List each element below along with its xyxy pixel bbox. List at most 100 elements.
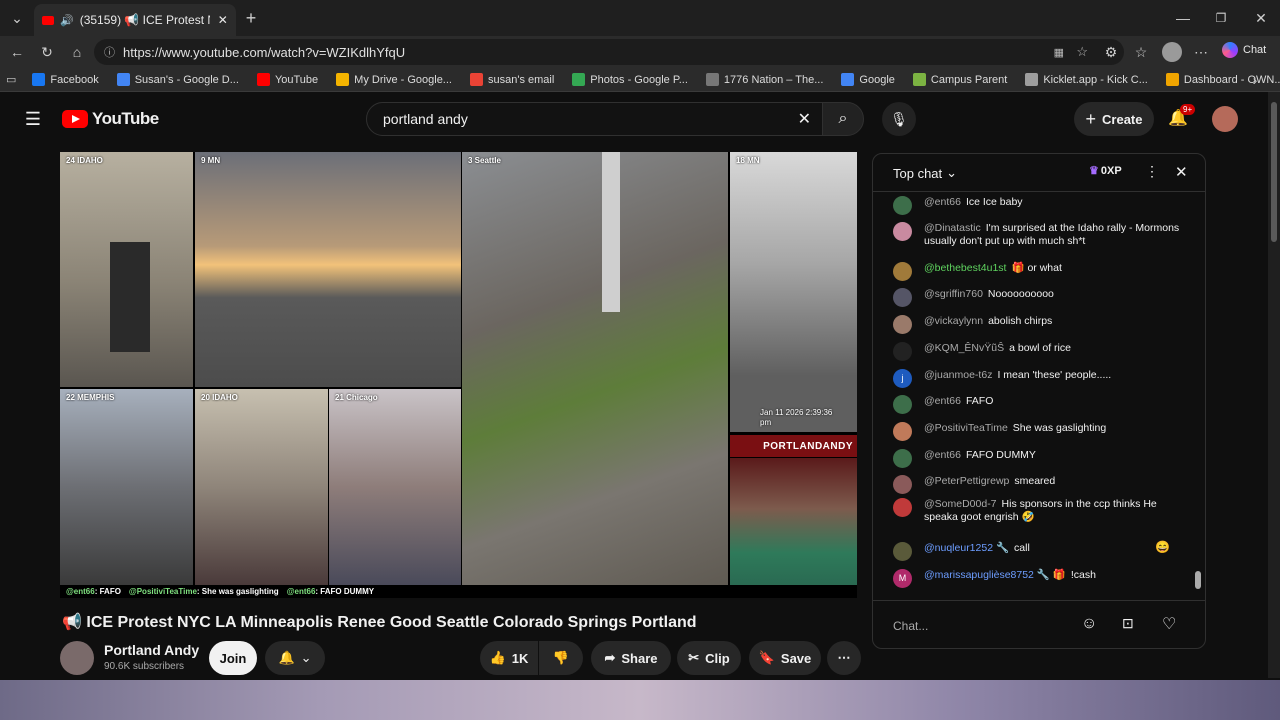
chat-user-avatar[interactable] (893, 262, 912, 281)
chat-user-avatar[interactable] (893, 196, 912, 215)
like-button[interactable]: 👍 1K (480, 641, 538, 675)
save-button[interactable]: 🔖 Save (749, 641, 821, 675)
site-info-icon[interactable]: ⓘ (104, 44, 115, 60)
video-player[interactable]: 24 IDAHO 9 MN 3 Seattle 18 MN Jan 11 202… (60, 152, 857, 598)
bookmark-item[interactable]: Campus Parent (912, 73, 1007, 86)
chat-message[interactable]: @SomeD00d-7 His sponsors in the ccp think… (893, 498, 1189, 524)
chat-username[interactable]: @bethebest4u1st (924, 262, 1006, 274)
bookmarks-overflow-icon[interactable]: › (1244, 69, 1266, 91)
join-button[interactable]: Join (209, 641, 257, 675)
chat-message[interactable]: @ent66 FAFO DUMMY (893, 449, 1189, 468)
share-button[interactable]: ➦ Share (591, 641, 671, 675)
create-button[interactable]: + Create (1074, 102, 1154, 136)
youtube-logo[interactable]: YouTube (62, 109, 159, 129)
chat-message[interactable]: @bethebest4u1st 🎁 or what (893, 262, 1189, 281)
chat-message[interactable]: @ent66 Ice Ice baby (893, 196, 1189, 215)
account-avatar[interactable] (1212, 106, 1238, 132)
chat-user-avatar[interactable] (893, 542, 912, 561)
chat-scrollbar[interactable] (1195, 196, 1203, 596)
chat-user-avatar[interactable]: M (893, 569, 912, 588)
chat-user-avatar[interactable] (893, 222, 912, 241)
chat-user-avatar[interactable] (893, 449, 912, 468)
top-chat-dropdown[interactable]: Top chat ⌄ (893, 165, 957, 181)
chat-user-avatar[interactable]: j (893, 369, 912, 388)
bookmark-item[interactable]: 1776 Nation – The... (705, 73, 823, 86)
chat-username[interactable]: @PositiviTeaTime (924, 422, 1008, 434)
chat-message[interactable]: @KQM_ÊNvŸũŜ a bowl of rice (893, 342, 1189, 361)
chat-message[interactable]: M @marissapuglièse8752 🔧 🎁 !cash (893, 569, 1189, 588)
points-badge[interactable]: ♛ 0XP (1089, 164, 1122, 178)
chat-input[interactable]: Chat... (893, 613, 1089, 639)
chat-username[interactable]: @Dinatastic (924, 222, 981, 234)
copilot-chat-button[interactable]: Chat (1222, 42, 1266, 58)
bookmark-item[interactable]: Photos - Google P... (572, 73, 688, 86)
bookmark-item[interactable]: Kicklet.app - Kick C... (1025, 73, 1148, 86)
app-grid-icon[interactable]: ▦ (1054, 46, 1064, 59)
channel-avatar[interactable] (60, 641, 94, 675)
favorite-star-icon[interactable]: ☆ (1076, 44, 1088, 60)
dislike-button[interactable]: 👎 (539, 641, 583, 675)
profile-avatar[interactable] (1162, 42, 1182, 62)
bookmark-item[interactable]: Susan's - Google D... (116, 73, 239, 86)
chat-username[interactable]: @KQM_ÊNvŸũŜ (924, 342, 1004, 354)
chat-user-avatar[interactable] (893, 498, 912, 517)
url-field[interactable]: ⓘ https://www.youtube.com/watch?v=WZIKdl… (94, 39, 1124, 65)
close-chat-icon[interactable]: ✕ (1175, 163, 1188, 181)
search-button[interactable]: ⌕ (822, 102, 864, 136)
bookmark-item[interactable]: Google (841, 73, 895, 86)
hamburger-menu-icon[interactable]: ☰ (22, 108, 44, 130)
chat-message[interactable]: @Dinatastic I'm surprised at the Idaho ra… (893, 222, 1189, 248)
chat-username[interactable]: @SomeD00d-7 (924, 498, 997, 510)
chat-message[interactable]: @PeterPettigrewp smeared (893, 475, 1189, 494)
emoji-icon[interactable]: ☺ (1081, 615, 1097, 633)
chat-user-avatar[interactable] (893, 288, 912, 307)
chat-username[interactable]: @nuqleur1252 🔧 (924, 542, 1009, 554)
chat-username[interactable]: @PeterPettigrewp (924, 475, 1009, 487)
minimize-icon[interactable]: — (1172, 7, 1194, 29)
close-tab-icon[interactable]: ✕ (218, 13, 228, 27)
maximize-icon[interactable]: ❐ (1210, 7, 1232, 29)
speaker-icon[interactable]: 🔊 (60, 14, 74, 27)
notification-settings-button[interactable]: 🔔 ⌄ (265, 641, 325, 675)
search-input[interactable]: portland andy ✕ (366, 102, 824, 136)
chat-message[interactable]: @nuqleur1252 🔧 call (893, 542, 1189, 561)
chat-message[interactable]: @vickaylynn abolish chirps (893, 315, 1189, 334)
chat-message[interactable]: @ent66 FAFO (893, 395, 1189, 414)
chat-user-avatar[interactable] (893, 315, 912, 334)
page-scrollbar[interactable] (1268, 92, 1280, 678)
extensions-icon[interactable]: ⚙ (1100, 41, 1122, 63)
chat-username[interactable]: @marissapuglièse8752 🔧 🎁 (924, 569, 1066, 581)
heart-icon[interactable]: ♡ (1162, 614, 1176, 634)
chat-username[interactable]: @sgriffin760 (924, 288, 983, 300)
clear-search-icon[interactable]: ✕ (798, 109, 811, 129)
bookmark-item[interactable]: YouTube (256, 73, 318, 86)
chat-message[interactable]: @sgriffin760 Noooooooooo (893, 288, 1189, 307)
channel-name[interactable]: Portland Andy (104, 642, 199, 658)
chat-username[interactable]: @ent66 (924, 196, 961, 208)
home-icon[interactable]: ⌂ (66, 41, 88, 63)
clip-button[interactable]: ✂ Clip (677, 641, 741, 675)
more-actions-button[interactable]: ⋯ (827, 641, 861, 675)
bookmark-item[interactable]: My Drive - Google... (336, 73, 452, 86)
new-tab-icon[interactable]: + (240, 7, 262, 29)
chat-user-avatar[interactable] (893, 395, 912, 414)
voice-search-button[interactable]: 🎙 (882, 102, 916, 136)
chat-message[interactable]: j @juanmoe-t6z I mean 'these' people..... (893, 369, 1189, 388)
chat-message[interactable]: @PositiviTeaTime She was gaslighting (893, 422, 1189, 441)
favorites-icon[interactable]: ☆ (1130, 41, 1152, 63)
chat-username[interactable]: @vickaylynn (924, 315, 983, 327)
chat-menu-icon[interactable]: ⋮ (1145, 163, 1159, 180)
chat-username[interactable]: @ent66 (924, 395, 961, 407)
chat-username[interactable]: @ent66 (924, 449, 961, 461)
reload-icon[interactable]: ↻ (36, 41, 58, 63)
super-chat-icon[interactable]: ⊡ (1122, 615, 1134, 632)
browser-tab[interactable]: 🔊 (35159) 📢 ICE Protest NYC LA ✕ (34, 4, 236, 36)
window-close-icon[interactable]: ✕ (1250, 7, 1272, 29)
back-icon[interactable]: ← (6, 41, 28, 63)
chat-user-avatar[interactable] (893, 422, 912, 441)
chat-username[interactable]: @juanmoe-t6z (924, 369, 992, 381)
bookmark-item[interactable]: susan's email (469, 73, 554, 86)
bookmark-item[interactable]: Facebook (32, 73, 99, 86)
tab-list-icon[interactable]: ⌄ (6, 7, 28, 29)
chat-user-avatar[interactable] (893, 342, 912, 361)
